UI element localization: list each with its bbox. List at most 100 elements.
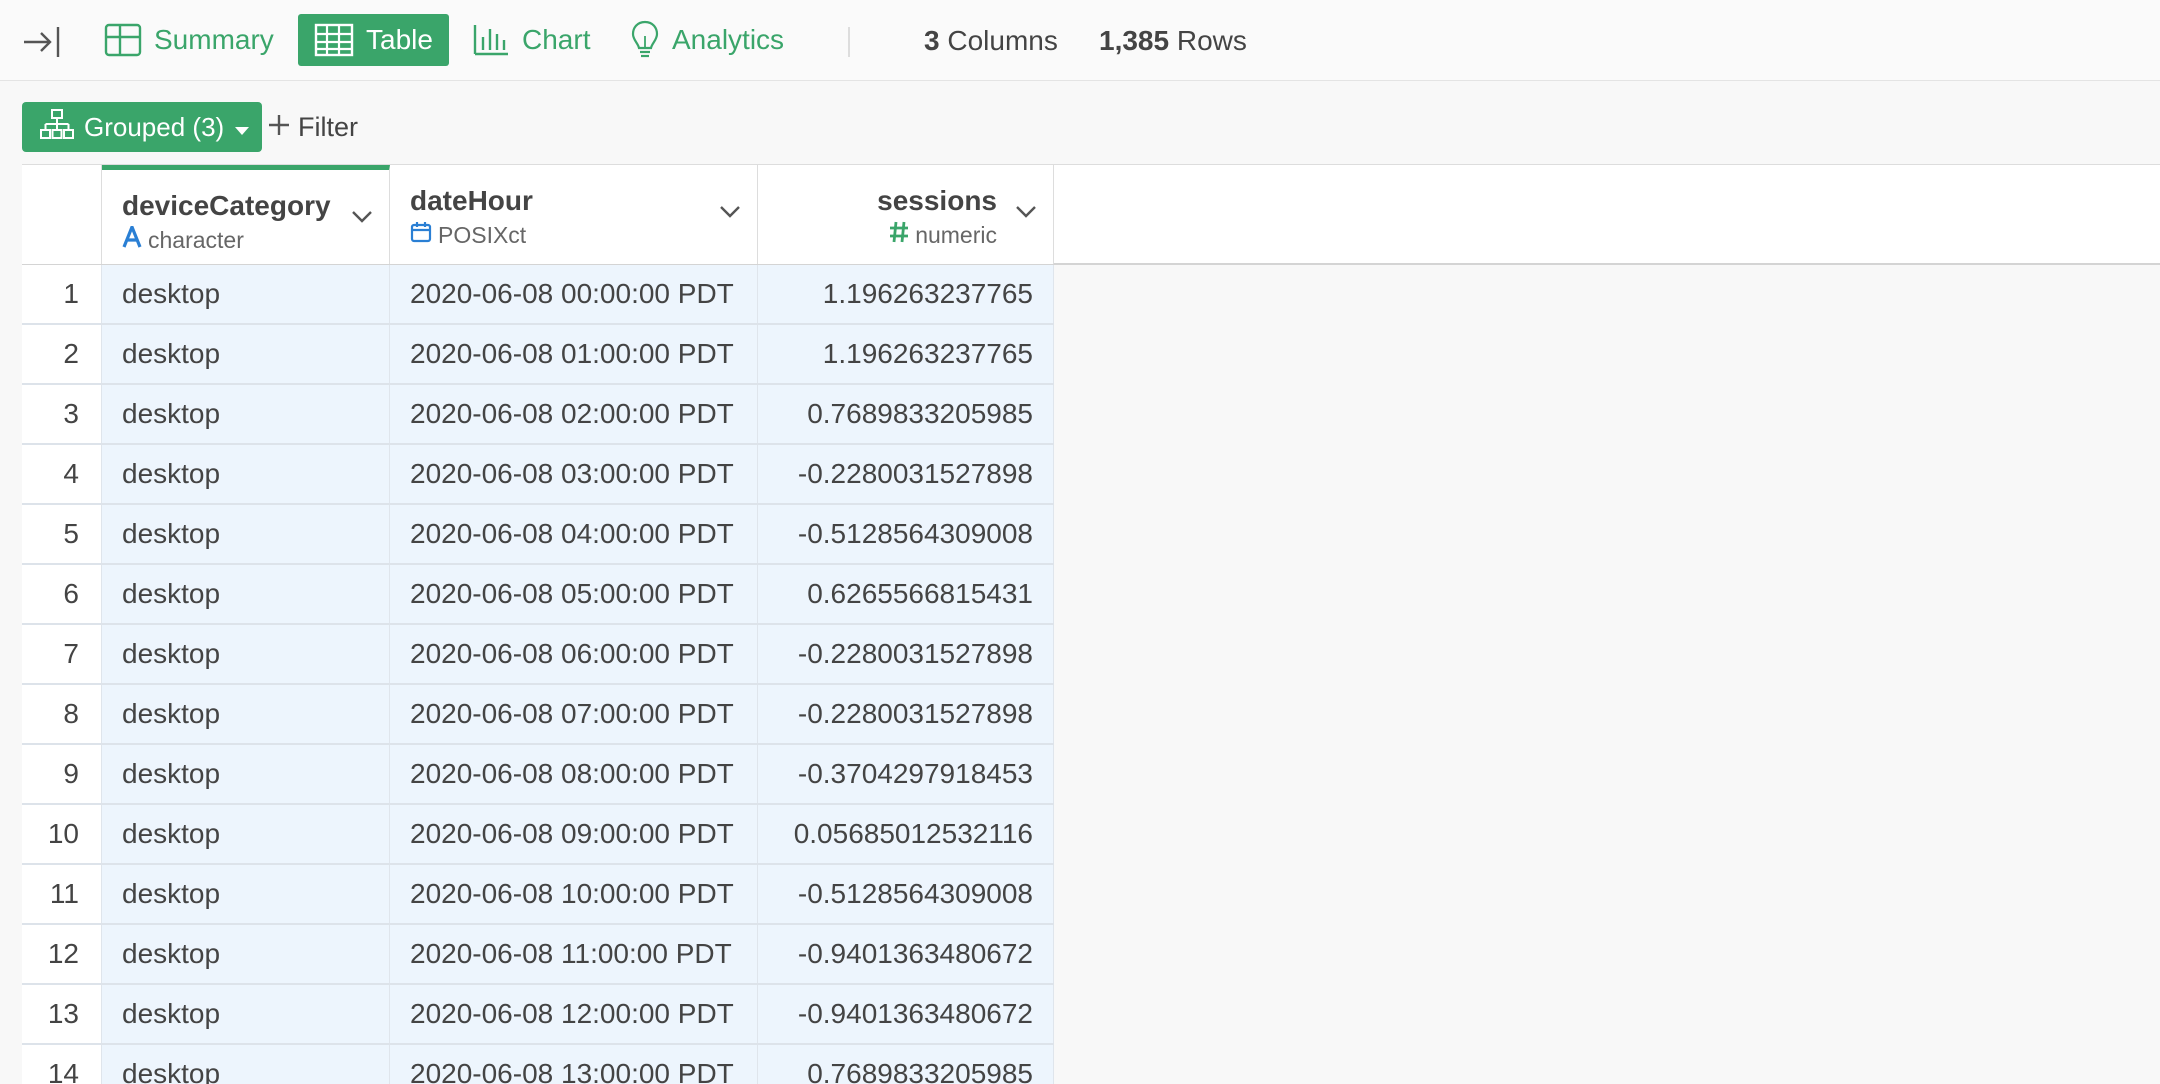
cell-devicecategory[interactable]: desktop [102,625,390,683]
filter-button[interactable]: Filter [268,105,358,149]
cell-datehour[interactable]: 2020-06-08 04:00:00 PDT [390,505,758,563]
row-number: 1 [22,265,102,323]
cell-sessions[interactable]: 0.7689833205985 [758,385,1054,443]
hash-icon [889,221,909,249]
columns-count-value: 3 [924,25,940,56]
plus-icon [268,112,290,143]
cell-datehour[interactable]: 2020-06-08 06:00:00 PDT [390,625,758,683]
chevron-down-icon[interactable] [716,197,744,225]
chevron-down-icon[interactable] [348,202,376,230]
cell-datehour[interactable]: 2020-06-08 09:00:00 PDT [390,805,758,863]
cell-devicecategory[interactable]: desktop [102,445,390,503]
table-row[interactable]: 13 desktop 2020-06-08 12:00:00 PDT -0.94013… [22,985,1054,1045]
tab-chart[interactable]: Chart [456,14,606,66]
filter-label: Filter [298,111,358,142]
cell-sessions[interactable]: -0.9401363480672 [758,985,1054,1043]
cell-datehour[interactable]: 2020-06-08 10:00:00 PDT [390,865,758,923]
chevron-down-icon[interactable] [1012,197,1040,225]
row-number: 7 [22,625,102,683]
column-header-sessions[interactable]: sessions numeric [758,165,1054,264]
tab-analytics[interactable]: Analytics [614,14,800,66]
cell-sessions[interactable]: 0.7689833205985 [758,1045,1054,1084]
row-number: 9 [22,745,102,803]
table-icon [314,23,354,57]
cell-devicecategory[interactable]: desktop [102,265,390,323]
column-type: numeric [889,221,997,249]
table-row[interactable]: 14 desktop 2020-06-08 13:00:00 PDT 0.768983… [22,1045,1054,1084]
cell-datehour[interactable]: 2020-06-08 01:00:00 PDT [390,325,758,383]
table-row[interactable]: 12 desktop 2020-06-08 11:00:00 PDT -0.94013… [22,925,1054,985]
cell-sessions[interactable]: -0.5128564309008 [758,505,1054,563]
table-row[interactable]: 5 desktop 2020-06-08 04:00:00 PDT -0.512856… [22,505,1054,565]
row-number: 4 [22,445,102,503]
row-number: 2 [22,325,102,383]
row-number: 11 [22,865,102,923]
cell-datehour[interactable]: 2020-06-08 05:00:00 PDT [390,565,758,623]
table-row[interactable]: 6 desktop 2020-06-08 05:00:00 PDT 0.6265566… [22,565,1054,625]
cell-sessions[interactable]: -0.2280031527898 [758,445,1054,503]
table-row[interactable]: 2 desktop 2020-06-08 01:00:00 PDT 1.1962632… [22,325,1054,385]
column-name: sessions [877,185,997,216]
cell-devicecategory[interactable]: desktop [102,805,390,863]
table-row[interactable]: 4 desktop 2020-06-08 03:00:00 PDT -0.228003… [22,445,1054,505]
table-row[interactable]: 1 desktop 2020-06-08 00:00:00 PDT 1.1962632… [22,265,1054,325]
hierarchy-icon [40,108,74,146]
table-row[interactable]: 11 desktop 2020-06-08 10:00:00 PDT -0.51285… [22,865,1054,925]
cell-datehour[interactable]: 2020-06-08 00:00:00 PDT [390,265,758,323]
cell-devicecategory[interactable]: desktop [102,685,390,743]
grouped-label: Grouped (3) [84,111,225,142]
cell-sessions[interactable]: -0.2280031527898 [758,685,1054,743]
cell-devicecategory[interactable]: desktop [102,865,390,923]
cell-sessions[interactable]: 1.196263237765 [758,325,1054,383]
table-row[interactable]: 3 desktop 2020-06-08 02:00:00 PDT 0.7689833… [22,385,1054,445]
cell-sessions[interactable]: -0.5128564309008 [758,865,1054,923]
row-number: 3 [22,385,102,443]
column-type-label: character [148,226,244,253]
cell-devicecategory[interactable]: desktop [102,565,390,623]
cell-datehour[interactable]: 2020-06-08 08:00:00 PDT [390,745,758,803]
column-type-label: numeric [915,221,997,248]
cell-datehour[interactable]: 2020-06-08 11:00:00 PDT [390,925,758,983]
cell-devicecategory[interactable]: desktop [102,745,390,803]
cell-devicecategory[interactable]: desktop [102,325,390,383]
cell-datehour[interactable]: 2020-06-08 13:00:00 PDT [390,1045,758,1084]
cell-devicecategory[interactable]: desktop [102,1045,390,1084]
cell-devicecategory[interactable]: desktop [102,385,390,443]
cell-devicecategory[interactable]: desktop [102,505,390,563]
row-number-header [22,165,102,264]
column-header-devicecategory[interactable]: deviceCategory character [102,165,390,264]
table-row[interactable]: 8 desktop 2020-06-08 07:00:00 PDT -0.228003… [22,685,1054,745]
cell-devicecategory[interactable]: desktop [102,985,390,1043]
table-row[interactable]: 7 desktop 2020-06-08 06:00:00 PDT -0.228003… [22,625,1054,685]
columns-count-label: Columns [947,25,1058,56]
cell-sessions[interactable]: 0.05685012532116 [758,805,1054,863]
cell-datehour[interactable]: 2020-06-08 03:00:00 PDT [390,445,758,503]
grouped-button[interactable]: Grouped (3) [22,102,262,152]
cell-datehour[interactable]: 2020-06-08 07:00:00 PDT [390,685,758,743]
expand-sidebar-icon[interactable] [22,22,62,62]
rows-count: 1,385 Rows [1099,25,1247,57]
table-row[interactable]: 10 desktop 2020-06-08 09:00:00 PDT 0.056850… [22,805,1054,865]
tab-table[interactable]: Table [298,14,449,66]
cell-sessions[interactable]: 1.196263237765 [758,265,1054,323]
column-name: dateHour [410,185,533,216]
calendar-icon [410,221,432,249]
character-type-icon [122,222,142,254]
cell-sessions[interactable]: -0.9401363480672 [758,925,1054,983]
tab-summary[interactable]: Summary [88,14,290,66]
cell-devicecategory[interactable]: desktop [102,925,390,983]
tab-label: Analytics [672,24,785,55]
toolbar-divider [848,27,850,57]
cell-sessions[interactable]: 0.6265566815431 [758,565,1054,623]
lightbulb-icon [630,20,660,60]
table-row[interactable]: 9 desktop 2020-06-08 08:00:00 PDT -0.370429… [22,745,1054,805]
top-toolbar: Summary Table Chart Analytics 3 Columns … [0,0,2160,81]
row-number: 10 [22,805,102,863]
cell-sessions[interactable]: -0.2280031527898 [758,625,1054,683]
caret-down-icon [234,112,250,143]
column-header-datehour[interactable]: dateHour POSIXct [390,165,758,264]
cell-sessions[interactable]: -0.3704297918453 [758,745,1054,803]
cell-datehour[interactable]: 2020-06-08 02:00:00 PDT [390,385,758,443]
cell-datehour[interactable]: 2020-06-08 12:00:00 PDT [390,985,758,1043]
row-number: 14 [22,1045,102,1084]
